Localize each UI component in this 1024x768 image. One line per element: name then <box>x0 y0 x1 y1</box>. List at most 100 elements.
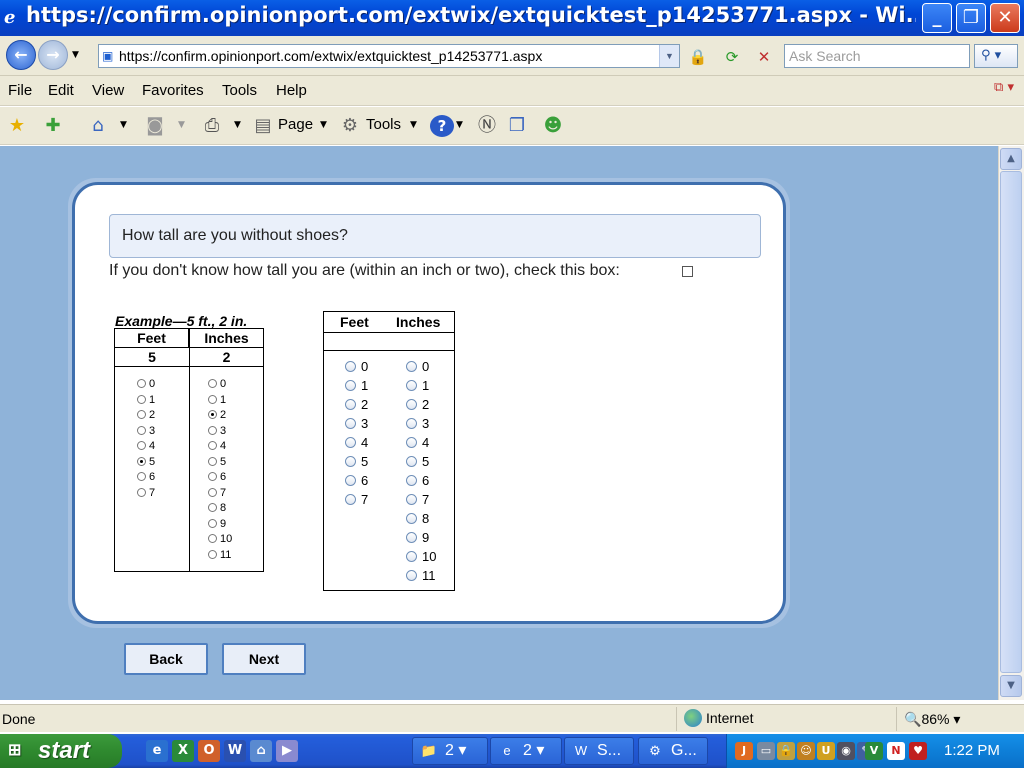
tray-java-icon[interactable]: J <box>735 742 753 760</box>
example-feet-option[interactable]: 6 <box>137 470 155 486</box>
answer-feet-option[interactable]: 6 <box>345 471 368 490</box>
quicklaunch-excel-icon[interactable]: X <box>172 740 194 762</box>
answer-inches-option[interactable]: 3 <box>406 414 436 433</box>
menu-favorites[interactable]: Favorites <box>142 82 204 99</box>
tray-security-icon[interactable]: U <box>817 742 835 760</box>
task-program[interactable]: ⚙ G... <box>638 737 708 765</box>
page-dropdown-icon[interactable]: ▼ <box>320 120 327 130</box>
radio-button[interactable] <box>345 399 356 410</box>
add-favorite-icon[interactable]: ✚ <box>40 115 66 137</box>
page-menu-label[interactable]: Page <box>278 116 313 133</box>
example-inches-option[interactable]: 6 <box>208 470 232 486</box>
answer-feet-option[interactable]: 4 <box>345 433 368 452</box>
page-menu-icon[interactable]: ▤ <box>252 115 274 137</box>
answer-inches-option[interactable]: 11 <box>406 566 436 585</box>
radio-button[interactable] <box>406 494 417 505</box>
help-icon[interactable]: ? <box>430 115 454 137</box>
radio-button[interactable] <box>208 410 217 419</box>
radio-button[interactable] <box>345 475 356 486</box>
example-feet-option[interactable]: 4 <box>137 439 155 455</box>
back-nav-button[interactable]: ← <box>6 40 36 70</box>
vertical-scrollbar[interactable]: ▲ ▼ <box>998 146 1024 700</box>
radio-button[interactable] <box>406 361 417 372</box>
example-feet-option[interactable]: 7 <box>137 486 155 502</box>
radio-button[interactable] <box>208 394 217 404</box>
example-feet-option[interactable]: 3 <box>137 424 155 440</box>
url-input[interactable]: ▣ https://confirm.opinionport.com/extwix… <box>98 44 680 68</box>
radio-button[interactable] <box>137 379 146 388</box>
close-button[interactable]: ✕ <box>990 3 1020 33</box>
lock-icon[interactable]: 🔒 <box>686 46 710 68</box>
feeds-dropdown-icon[interactable]: ▼ <box>178 120 185 130</box>
radio-button[interactable] <box>406 456 417 467</box>
print-dropdown-icon[interactable]: ▼ <box>234 120 241 130</box>
radio-button[interactable] <box>208 456 217 466</box>
answer-feet-option[interactable]: 7 <box>345 490 368 509</box>
example-inches-option[interactable]: 3 <box>208 424 232 440</box>
answer-feet-option[interactable]: 5 <box>345 452 368 471</box>
example-inches-option[interactable]: 9 <box>208 517 232 533</box>
answer-inches-option[interactable]: 6 <box>406 471 436 490</box>
radio-button[interactable] <box>406 551 417 562</box>
unknown-height-checkbox[interactable] <box>682 266 693 277</box>
radio-button[interactable] <box>137 425 146 435</box>
scroll-up-icon[interactable]: ▲ <box>1000 148 1022 170</box>
answer-inches-option[interactable]: 0 <box>406 357 436 376</box>
quicklaunch-word-icon[interactable]: W <box>224 740 246 762</box>
example-inches-option[interactable]: 5 <box>208 455 232 471</box>
security-zone[interactable]: Internet <box>684 709 753 727</box>
radio-button[interactable] <box>345 437 356 448</box>
answer-inches-option[interactable]: 10 <box>406 547 436 566</box>
tray-network-icon[interactable]: ▭ <box>757 742 775 760</box>
radio-button[interactable] <box>208 441 217 450</box>
tools-dropdown-icon[interactable]: ▼ <box>410 120 417 130</box>
quicklaunch-media-icon[interactable]: ▶ <box>276 740 298 762</box>
radio-button[interactable] <box>208 425 217 435</box>
example-feet-option[interactable]: 2 <box>137 408 155 424</box>
task-folder[interactable]: 📁 2 ▾ <box>412 737 488 765</box>
example-feet-option[interactable]: 0 <box>137 377 155 393</box>
scroll-down-icon[interactable]: ▼ <box>1000 675 1022 697</box>
menu-view[interactable]: View <box>92 82 124 99</box>
quicklaunch-ie-icon[interactable]: e <box>146 740 168 762</box>
radio-button[interactable] <box>406 437 417 448</box>
radio-button[interactable] <box>345 380 356 391</box>
answer-inches-option[interactable]: 7 <box>406 490 436 509</box>
quicklaunch-outlook-icon[interactable]: O <box>198 740 220 762</box>
radio-button[interactable] <box>406 532 417 543</box>
example-inches-option[interactable]: 10 <box>208 532 232 548</box>
minimize-button[interactable]: _ <box>922 3 952 33</box>
next-button[interactable]: Next <box>222 643 306 675</box>
radio-button[interactable] <box>137 487 146 497</box>
answer-inches-option[interactable]: 2 <box>406 395 436 414</box>
favorites-star-icon[interactable]: ★ <box>6 115 28 137</box>
tray-antivirus-icon[interactable]: ♥ <box>909 742 927 760</box>
url-dropdown-icon[interactable]: ▼ <box>659 45 679 67</box>
radio-button[interactable] <box>406 570 417 581</box>
menu-edit[interactable]: Edit <box>48 82 74 99</box>
example-feet-option[interactable]: 1 <box>137 393 155 409</box>
refresh-icon[interactable]: ⟳ <box>720 46 744 68</box>
radio-button[interactable] <box>208 487 217 497</box>
toolbar-extras-icon[interactable]: ⧉ ▾ <box>984 80 1014 102</box>
task-word[interactable]: W S... <box>564 737 634 765</box>
task-ie[interactable]: e 2 ▾ <box>490 737 562 765</box>
example-inches-option[interactable]: 7 <box>208 486 232 502</box>
example-inches-option[interactable]: 1 <box>208 393 232 409</box>
tray-vc-icon[interactable]: V <box>865 742 883 760</box>
radio-button[interactable] <box>406 475 417 486</box>
radio-button[interactable] <box>345 361 356 372</box>
radio-button[interactable] <box>208 518 217 528</box>
feeds-icon[interactable]: ◙ <box>144 115 166 137</box>
search-input[interactable]: Ask Search <box>784 44 970 68</box>
answer-feet-option[interactable]: 3 <box>345 414 368 433</box>
scroll-thumb[interactable] <box>1000 171 1022 673</box>
quicklaunch-explorer-icon[interactable]: ⌂ <box>250 740 272 762</box>
answer-inches-option[interactable]: 5 <box>406 452 436 471</box>
tray-shield-icon[interactable]: ◉ <box>837 742 855 760</box>
radio-button[interactable] <box>137 410 146 419</box>
radio-button[interactable] <box>208 472 217 481</box>
gear-icon[interactable]: ⚙ <box>338 115 362 137</box>
radio-button[interactable] <box>208 379 217 388</box>
radio-button[interactable] <box>208 534 217 543</box>
